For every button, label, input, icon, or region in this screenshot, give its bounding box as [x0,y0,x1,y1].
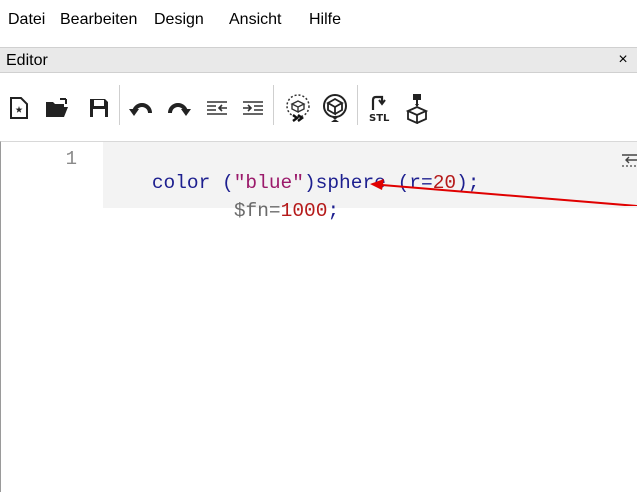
new-file-icon [10,97,28,119]
code-number: 1000 [280,200,328,222]
menu-ansicht[interactable]: Ansicht [229,10,281,30]
preview-button[interactable] [281,83,315,133]
undo-icon [129,103,152,116]
export-stl-button[interactable]: STL [364,83,398,133]
preview-icon [286,94,310,122]
export-stl-icon: STL [369,95,390,124]
unindent-button[interactable] [200,83,234,133]
code-variable: $fn= [233,200,281,222]
menu-bearbeiten[interactable]: Bearbeiten [60,10,137,30]
render-icon [323,94,347,122]
indent-button[interactable] [236,83,270,133]
menu-datei[interactable]: Datei [8,10,45,30]
save-file-icon [90,99,108,117]
send-to-print-icon [405,94,429,124]
send-to-print-button[interactable] [400,83,434,133]
redo-button[interactable] [162,83,196,133]
line-wrap-icon [622,154,637,167]
undo-button[interactable] [124,83,158,133]
menu-design[interactable]: Design [154,10,204,30]
menu-hilfe[interactable]: Hilfe [309,10,341,30]
unindent-icon [207,101,227,115]
editor-title-bar: Editor × [0,47,637,73]
toolbar-separator [273,85,274,125]
indent-icon [243,101,263,115]
close-icon[interactable]: × [613,50,633,70]
stl-label: STL [369,113,390,124]
line-number: 1 [65,148,77,170]
toolbar-separator [119,85,120,125]
redo-icon [168,103,191,116]
save-file-button[interactable] [82,83,116,133]
open-file-icon [46,98,68,117]
new-file-button[interactable] [2,83,36,133]
menu-bar: Datei Bearbeiten Design Ansicht Hilfe [0,0,637,40]
code-token: ; [327,200,340,222]
code-line-1-wrapped[interactable]: $fn=1000; [187,174,339,249]
panel-title: Editor [6,52,48,69]
annotation-arrow [370,179,637,206]
toolbar-separator [357,85,358,125]
editor-toolbar: STL [0,73,637,141]
line-number-gutter: 1 [1,142,101,492]
open-file-button[interactable] [40,83,74,133]
render-button[interactable] [318,83,352,133]
